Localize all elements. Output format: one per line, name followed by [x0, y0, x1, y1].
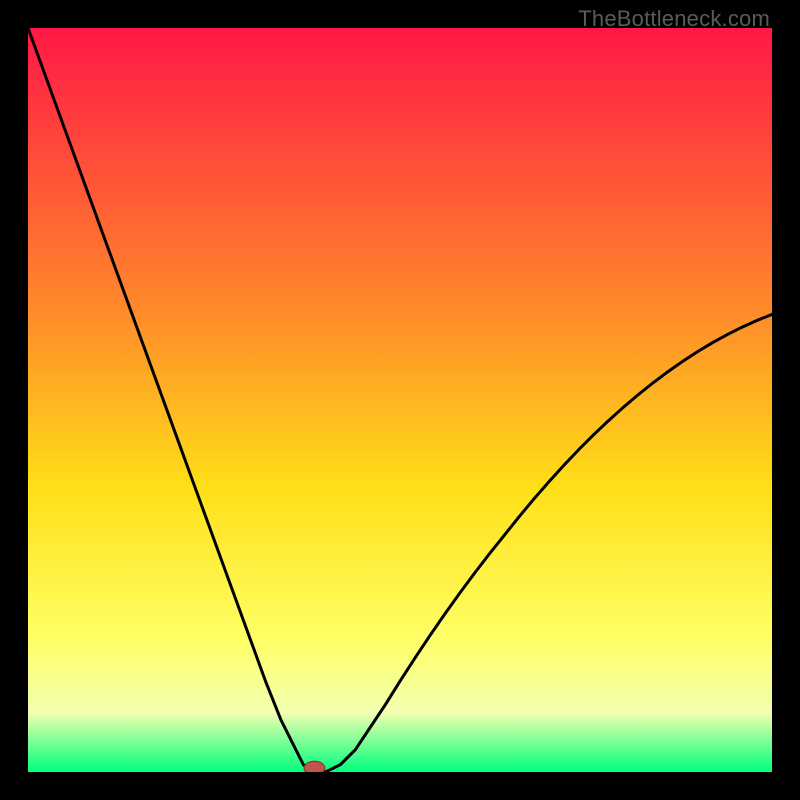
- gradient-background: [28, 28, 772, 772]
- optimal-marker: [304, 761, 325, 772]
- plot-area: [28, 28, 772, 772]
- bottleneck-curve-chart: [28, 28, 772, 772]
- chart-frame: TheBottleneck.com: [0, 0, 800, 800]
